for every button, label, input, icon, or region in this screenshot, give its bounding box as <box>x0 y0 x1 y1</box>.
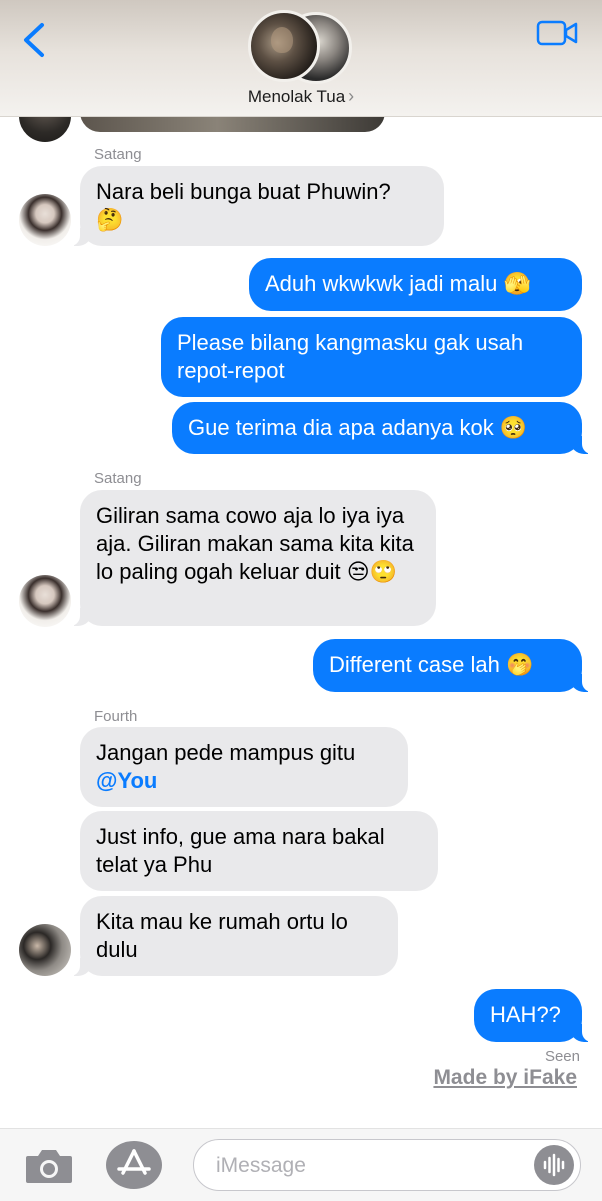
incoming-message[interactable]: Jangan pede mampus gitu @You <box>80 727 408 807</box>
incoming-message[interactable]: Giliran sama cowo aja lo iya iya aja. Gi… <box>70 490 436 626</box>
mention-link[interactable]: @You <box>96 768 157 793</box>
back-button[interactable] <box>20 22 50 58</box>
outgoing-message[interactable]: Aduh wkwkwk jadi malu 🫣 <box>249 258 582 311</box>
avatar <box>19 194 71 246</box>
video-call-button[interactable] <box>536 18 580 48</box>
group-avatar[interactable] <box>248 10 354 84</box>
message-text: Aduh wkwkwk jadi malu <box>265 271 498 296</box>
chat-name: Menolak Tua <box>247 87 346 106</box>
message-text: Gue terima dia apa adanya kok <box>188 415 494 440</box>
watermark: Made by iFake <box>433 1066 577 1089</box>
outgoing-message[interactable]: Please bilang kangmasku gak usah repot-r… <box>161 317 582 397</box>
input-bar <box>0 1128 602 1201</box>
app-store-button[interactable] <box>106 1141 162 1189</box>
message-emoji: 🥺 <box>499 416 528 441</box>
sender-name: Satang <box>94 146 142 163</box>
camera-icon <box>26 1150 72 1183</box>
message-text: Just info, gue ama nara bakal telat ya P… <box>96 824 385 877</box>
seen-status: Seen <box>544 1048 580 1065</box>
chevron-right-icon: › <box>348 86 355 106</box>
message-text: Please bilang kangmasku gak usah repot-r… <box>177 330 524 383</box>
member-avatar <box>248 10 320 82</box>
message-text: HAH?? <box>490 1002 561 1027</box>
chat-header: Menolak Tua › <box>0 0 602 117</box>
incoming-message[interactable]: Nara beli bunga buat Phuwin? 🤔 <box>70 166 444 246</box>
outgoing-message[interactable]: Different case lah 🤭 <box>313 639 592 692</box>
incoming-message[interactable]: Just info, gue ama nara bakal telat ya P… <box>80 811 438 891</box>
message-emoji: 😒🙄 <box>346 560 398 585</box>
message-text: Nara beli bunga buat Phuwin? <box>96 179 391 204</box>
avatar <box>19 575 71 627</box>
incoming-message[interactable]: Kita mau ke rumah ortu lo dulu <box>70 896 398 976</box>
message-emoji: 🫣 <box>503 272 531 297</box>
outgoing-message[interactable]: Gue terima dia apa adanya kok 🥺 <box>172 402 592 454</box>
message-text: Kita mau ke rumah ortu lo dulu <box>96 909 348 962</box>
chat-name-button[interactable]: Menolak Tua › <box>0 86 602 107</box>
sender-name: Satang <box>94 470 142 487</box>
camera-button[interactable] <box>24 1147 74 1185</box>
message-input[interactable] <box>214 1149 518 1183</box>
avatar <box>19 924 71 976</box>
chevron-left-icon <box>24 23 44 57</box>
outgoing-message[interactable]: HAH?? <box>474 989 592 1042</box>
sender-name: Fourth <box>94 708 138 725</box>
message-emoji: 🤭 <box>505 653 534 678</box>
audio-message-button[interactable] <box>534 1145 574 1185</box>
video-camera-icon <box>536 20 578 46</box>
app-store-icon <box>117 1149 151 1175</box>
message-text: Different case lah <box>329 652 500 677</box>
message-field[interactable] <box>193 1139 581 1191</box>
message-text: Jangan pede mampus gitu <box>96 740 356 765</box>
waveform-icon <box>543 1153 565 1177</box>
message-emoji: 🤔 <box>96 208 124 233</box>
